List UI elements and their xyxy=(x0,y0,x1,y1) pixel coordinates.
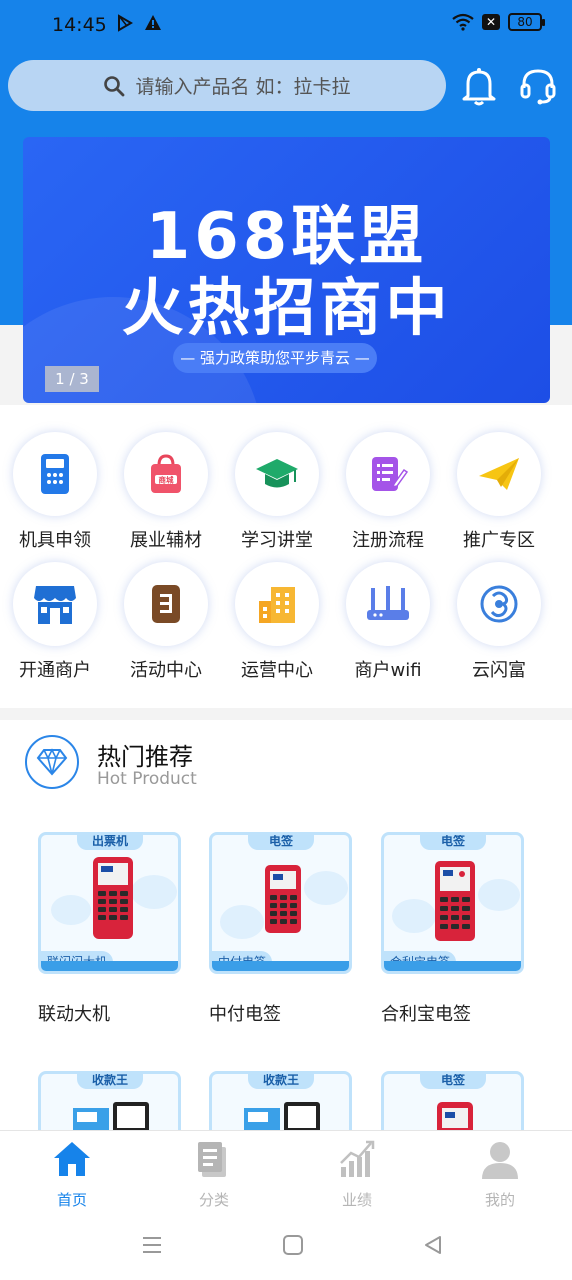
home-nav-icon[interactable] xyxy=(282,1234,304,1256)
svg-text:商城: 商城 xyxy=(159,475,174,485)
menu-item-materials[interactable]: 商城 展业辅材 xyxy=(111,432,221,552)
register-doc-icon xyxy=(372,457,408,491)
menu-item-device-apply[interactable]: 机具申领 xyxy=(0,432,110,552)
graduation-cap-icon xyxy=(256,459,298,488)
menu-label: 机具申领 xyxy=(19,530,91,551)
menu-label: 开通商户 xyxy=(19,660,91,681)
menu-label: 云闪富 xyxy=(472,660,526,681)
promo-banner[interactable]: 168联盟 火热招商中 — 强力政策助您平步青云 — 1 / 3 xyxy=(23,137,550,403)
play-store-icon xyxy=(118,14,133,32)
menu-label: 学习讲堂 xyxy=(241,530,313,551)
product-card[interactable]: 电签 合利宝电签 合利宝电签 xyxy=(381,832,526,1026)
home-icon xyxy=(54,1142,90,1176)
user-icon xyxy=(482,1142,518,1179)
search-icon xyxy=(104,75,125,96)
tab-performance[interactable]: 业绩 xyxy=(307,1139,407,1210)
menu-item-register[interactable]: 注册流程 xyxy=(333,432,443,552)
menu-label: 商户wifi xyxy=(354,660,422,681)
status-notification-icons xyxy=(116,14,162,32)
tab-home[interactable]: 首页 xyxy=(22,1139,122,1210)
menu-item-operations[interactable]: 运营中心 xyxy=(222,562,332,682)
menu-label: 推广专区 xyxy=(463,530,535,551)
product-tag: 收款王 xyxy=(77,1074,143,1089)
category-icon xyxy=(198,1142,226,1177)
shopping-bag-icon: 商城 xyxy=(151,454,181,493)
section-divider xyxy=(0,708,572,720)
warning-icon xyxy=(145,15,161,30)
tab-category[interactable]: 分类 xyxy=(164,1139,264,1210)
tab-performance-label: 业绩 xyxy=(341,1191,372,1209)
product-card[interactable]: 电签 中付电签 中付电签 xyxy=(209,832,354,1026)
signal-off-icon: ✕ xyxy=(482,14,500,30)
product-tag: 出票机 xyxy=(77,835,143,850)
menu-label: 活动中心 xyxy=(130,660,202,681)
activity-doc-icon xyxy=(152,585,180,623)
product-name: 联动大机 xyxy=(38,1004,110,1025)
diamond-icon xyxy=(25,735,79,789)
wifi-icon xyxy=(452,13,474,31)
banner-title-line2: 火热招商中 xyxy=(121,271,452,344)
menu-item-activity[interactable]: 活动中心 xyxy=(111,562,221,682)
status-time: 14:45 xyxy=(52,14,107,36)
menu-item-cloud-flash[interactable]: 云闪富 xyxy=(444,562,554,682)
banner-subtitle: — 强力政策助您平步青云 — xyxy=(173,343,377,373)
product-card[interactable]: 出票机 联闪闪大机 联动大机 xyxy=(38,832,183,1026)
back-nav-icon[interactable] xyxy=(422,1234,444,1256)
battery-indicator: 80 xyxy=(508,13,545,31)
product-tag: 收款王 xyxy=(248,1074,314,1089)
search-bar[interactable]: 请输入产品名 如：拉卡拉 xyxy=(8,60,446,111)
pos-machine-image xyxy=(435,861,475,941)
storefront-icon xyxy=(34,586,76,624)
status-right-icons: ✕ 80 xyxy=(452,13,545,31)
pos-machine-image xyxy=(265,865,301,933)
status-bar: 14:45 ✕ 80 xyxy=(0,0,572,52)
menu-label: 展业辅材 xyxy=(130,530,202,551)
bottom-tab-bar: 首页 分类 业绩 我的 xyxy=(0,1130,572,1220)
menu-item-promotion[interactable]: 推广专区 xyxy=(444,432,554,552)
pos-machine-image xyxy=(93,857,133,939)
product-tag: 电签 xyxy=(420,1074,486,1089)
hot-product-subtitle: Hot Product xyxy=(97,769,197,789)
product-name: 合利宝电签 xyxy=(381,1004,471,1025)
tab-profile[interactable]: 我的 xyxy=(450,1139,550,1210)
hot-product-header: 热门推荐 Hot Product xyxy=(25,735,425,789)
notification-button[interactable] xyxy=(460,66,498,106)
customer-service-button[interactable] xyxy=(518,66,558,106)
building-icon xyxy=(259,587,295,623)
search-input[interactable]: 请输入产品名 如：拉卡拉 xyxy=(135,72,350,99)
pos-terminal-icon xyxy=(41,454,69,494)
system-navigation-bar xyxy=(0,1220,572,1280)
menu-item-learning[interactable]: 学习讲堂 xyxy=(222,432,332,552)
menu-item-merchant-wifi[interactable]: 商户wifi xyxy=(333,562,443,682)
tab-home-label: 首页 xyxy=(56,1191,87,1209)
router-icon xyxy=(367,586,409,620)
paper-plane-icon xyxy=(479,458,519,490)
product-tag: 电签 xyxy=(248,835,314,850)
menu-nav-icon[interactable] xyxy=(141,1234,163,1256)
menu-label: 运营中心 xyxy=(241,660,313,681)
tab-category-label: 分类 xyxy=(198,1191,229,1209)
cloud-flash-icon xyxy=(480,585,518,623)
hot-product-title: 热门推荐 xyxy=(97,743,193,771)
bell-icon xyxy=(462,68,496,106)
headset-icon xyxy=(520,69,556,105)
banner-page-indicator: 1 / 3 xyxy=(45,366,99,392)
tab-profile-label: 我的 xyxy=(484,1191,515,1209)
menu-label: 注册流程 xyxy=(352,530,424,551)
product-tag: 电签 xyxy=(420,835,486,850)
menu-item-open-merchant[interactable]: 开通商户 xyxy=(0,562,110,682)
chart-icon xyxy=(340,1140,375,1177)
product-name: 中付电签 xyxy=(209,1004,281,1025)
